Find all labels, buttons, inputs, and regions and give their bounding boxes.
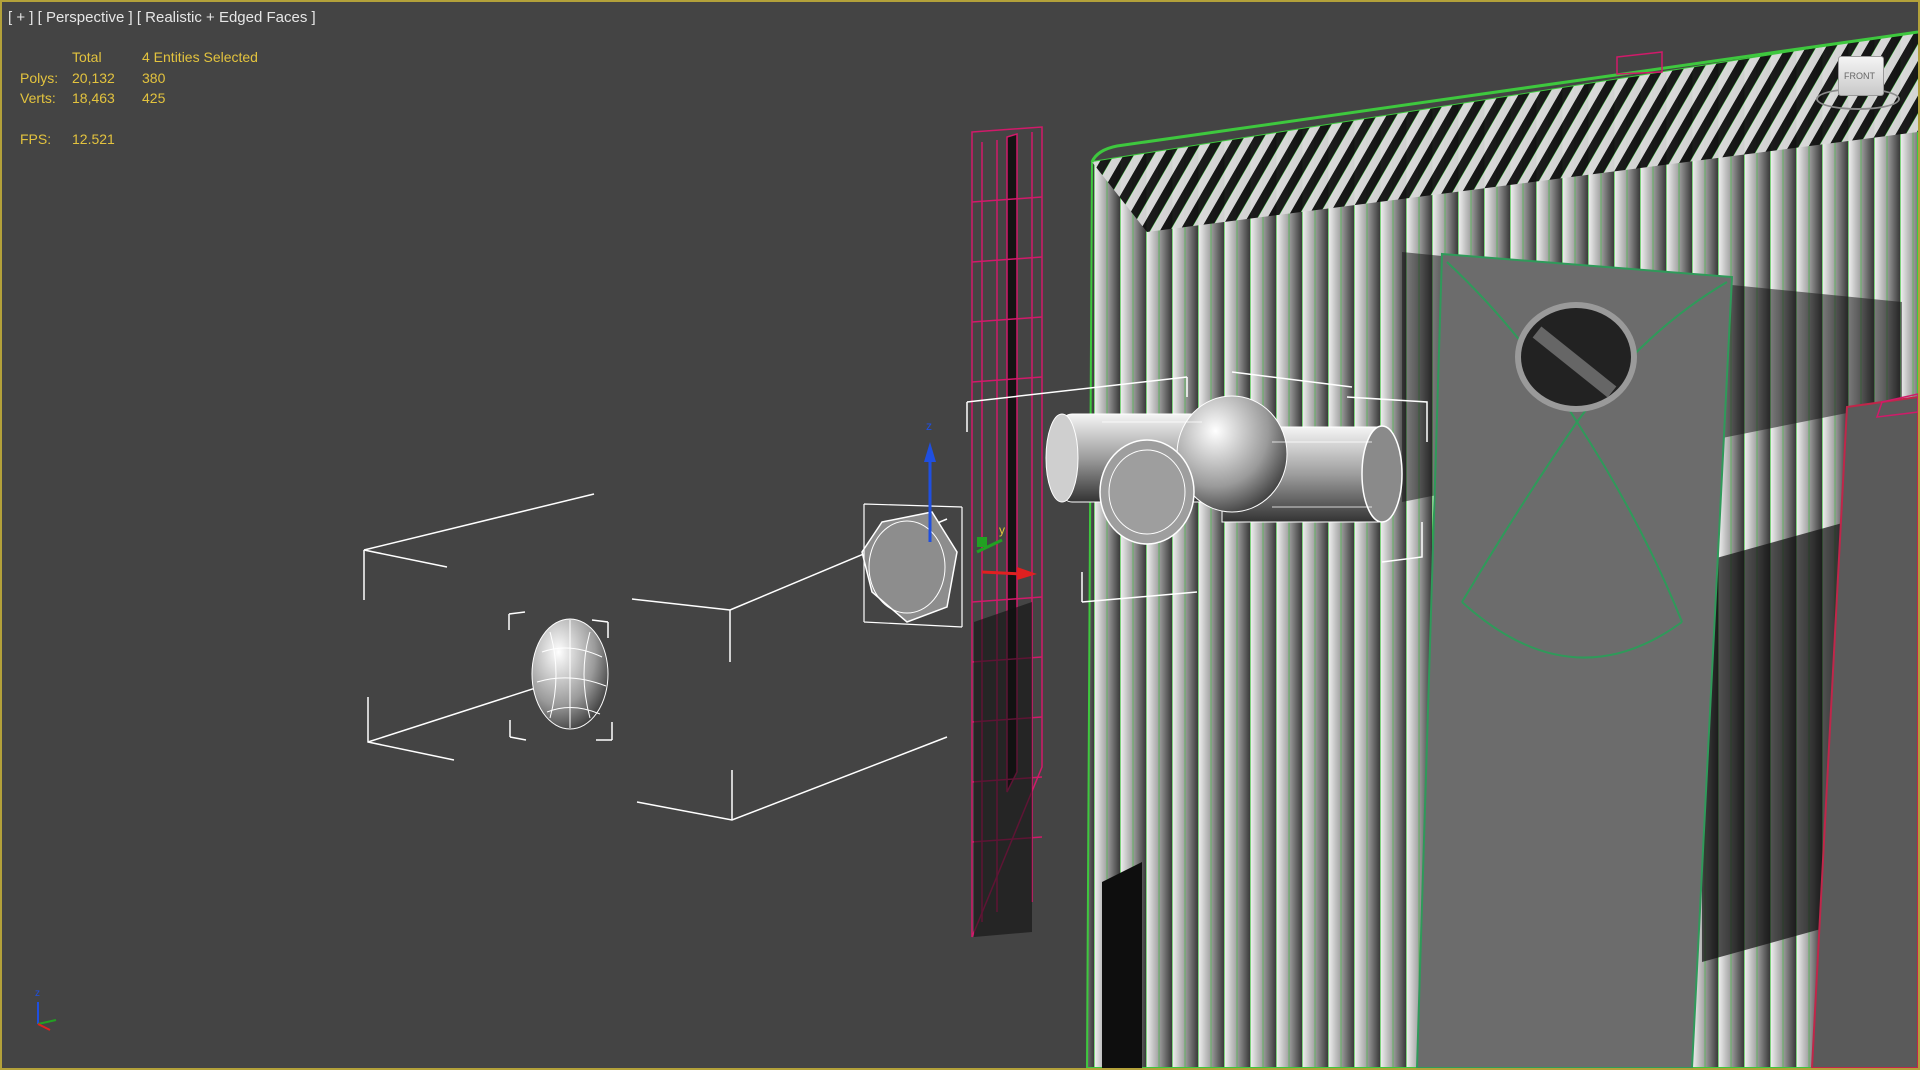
viewport-menu-shading[interactable]: [ Realistic + Edged Faces ]: [137, 9, 316, 26]
stats-selected-header: 4 Entities Selected: [142, 49, 258, 65]
stats-fps-value: 12.521: [72, 130, 115, 147]
stats-verts-label: Verts:: [20, 90, 56, 106]
scene-3d[interactable]: z y: [2, 2, 1920, 1068]
stats-fps-label: FPS:: [20, 130, 52, 147]
stats-polys-selected: 380: [142, 69, 166, 86]
viewcube[interactable]: FRONT: [1810, 50, 1900, 114]
stats-polys-total: 20,132: [72, 69, 115, 86]
radiator-body[interactable]: [1085, 30, 1918, 1068]
statistics-overlay: Total 4 Entities Selected Polys: 20,132 …: [20, 47, 302, 149]
stats-header-row: Total 4 Entities Selected: [20, 47, 302, 68]
stats-verts-total: 18,463: [72, 90, 115, 106]
perspective-viewport[interactable]: z y [ + ] [ Perspective ] [ Realistic + …: [0, 0, 1920, 1070]
stats-fps-row: FPS: 12.521: [20, 129, 302, 150]
valve-nut[interactable]: [861, 503, 963, 628]
viewport-label[interactable]: [ + ] [ Perspective ] [ Realistic + Edge…: [8, 9, 316, 26]
stats-polys-row: Polys: 20,132 380: [20, 68, 302, 89]
stats-polys-label: Polys:: [20, 69, 59, 86]
stats-verts-row: Verts: 18,463 425: [20, 88, 302, 109]
viewport-menu-plus[interactable]: [ + ]: [8, 9, 33, 26]
world-axis-tripod-icon: z: [35, 988, 57, 1031]
stats-total-header: Total: [72, 49, 102, 65]
viewport-menu-pov[interactable]: [ Perspective ]: [38, 9, 133, 26]
gizmo-y-label: y: [999, 523, 1005, 537]
bracket-dark-lower: [974, 602, 1032, 937]
tripod-z-label: z: [35, 988, 40, 999]
wire-box[interactable]: [363, 493, 948, 821]
gizmo-z-label: z: [926, 419, 932, 433]
viewcube-face-label: FRONT: [1844, 71, 1875, 81]
dome-knob[interactable]: [508, 611, 613, 741]
stats-verts-selected: 425: [142, 90, 166, 106]
viewcube-front-face[interactable]: FRONT: [1838, 56, 1884, 96]
